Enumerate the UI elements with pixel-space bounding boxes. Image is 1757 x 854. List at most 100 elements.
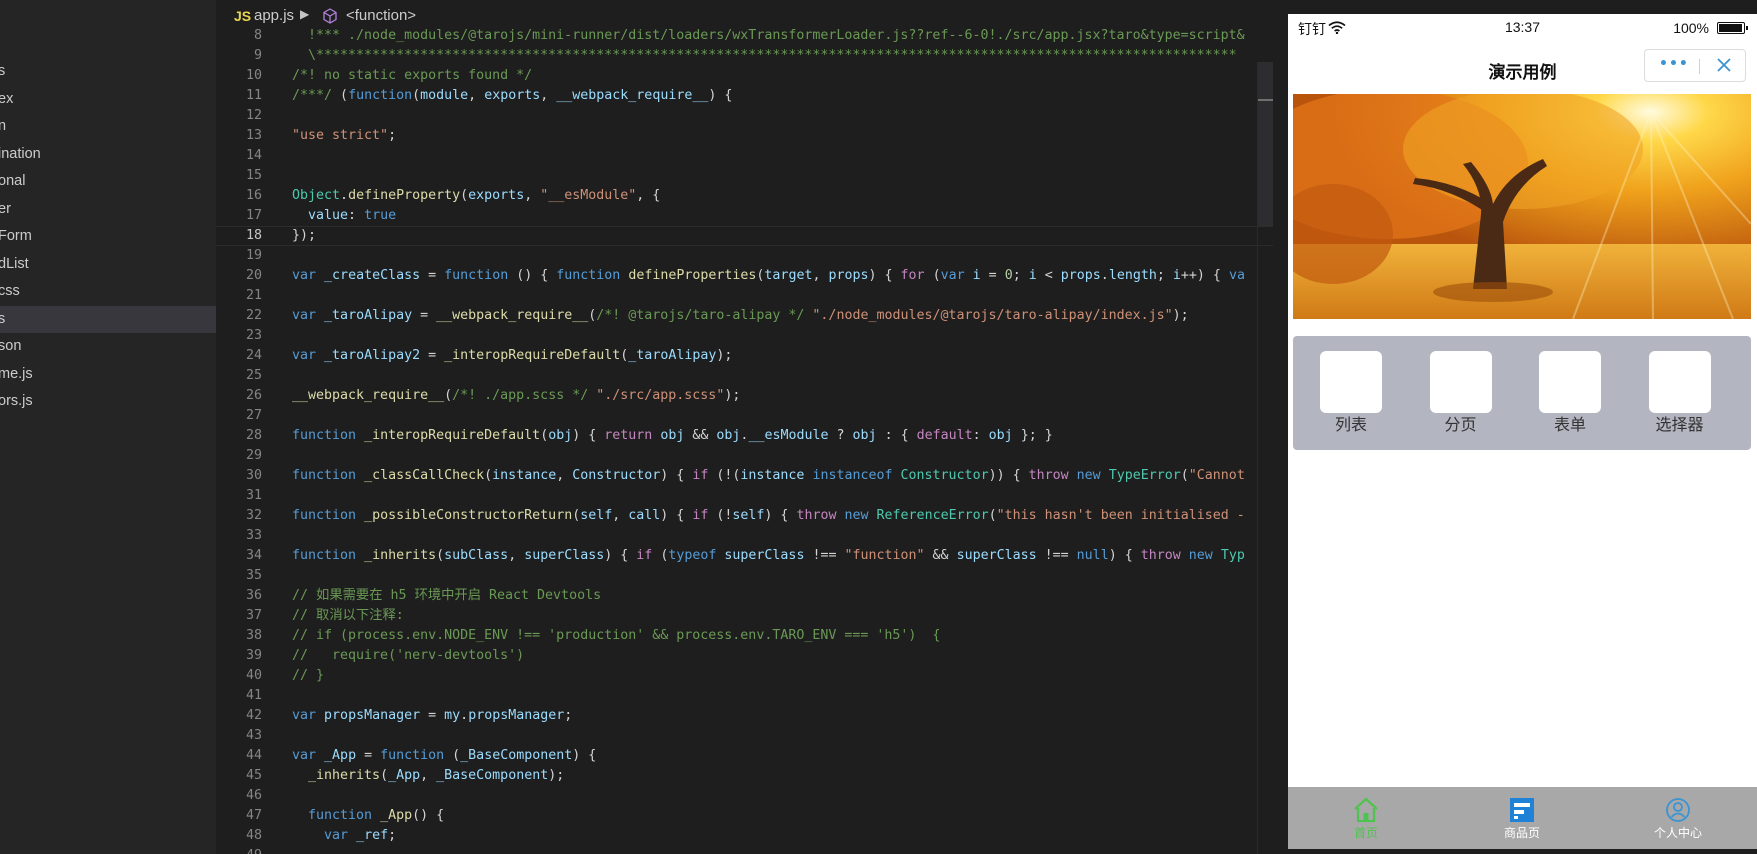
line-number: 39 [245, 648, 262, 663]
code-line[interactable]: 26 __webpack_require__(/*! ./app.scss */ … [216, 386, 1273, 406]
code-line[interactable]: 40 // } [216, 666, 1273, 686]
explorer-item[interactable]: s [0, 58, 216, 85]
code-token: ( [436, 548, 445, 563]
code-line[interactable]: 44 var _App = function (_BaseComponent) { [216, 746, 1273, 766]
breadcrumb-file[interactable]: app.js [254, 7, 294, 24]
code-line[interactable]: 46 [216, 786, 1273, 806]
code-line[interactable]: 28 function _interopRequireDefault(obj) {… [216, 426, 1273, 446]
grid-item-icon [1429, 351, 1492, 413]
explorer-item[interactable]: dList [0, 251, 216, 278]
editor-scrollbar-thumb[interactable] [1258, 62, 1273, 227]
code-line[interactable]: 36 // 如果需要在 h5 环境中开启 React Devtools [216, 586, 1273, 606]
code-line[interactable]: 19 [216, 246, 1273, 266]
code-lines[interactable]: 8 !*** ./node_modules/@tarojs/mini-runne… [216, 26, 1273, 854]
js-file-icon: JS [234, 8, 252, 24]
line-number: 43 [245, 728, 262, 743]
code-line[interactable]: 37 // 取消以下注释: [216, 606, 1273, 626]
code-line[interactable]: 10 /*! no static exports found */ [216, 66, 1273, 86]
code-token: Object [292, 188, 341, 203]
code-line[interactable]: 23 [216, 326, 1273, 346]
grid-item[interactable]: 表单 [1520, 351, 1620, 441]
code-line[interactable]: 38 // if (process.env.NODE_ENV !== 'produ… [216, 626, 1273, 646]
code-line[interactable]: 42 var propsManager = my.propsManager; [216, 706, 1273, 726]
code-token: = [412, 308, 437, 323]
code-token: ( [412, 88, 421, 103]
code-line[interactable]: 35 [216, 566, 1273, 586]
code-token: , [468, 88, 485, 103]
more-icon[interactable]: ••• [1659, 56, 1689, 72]
code-line[interactable]: 12 [216, 106, 1273, 126]
code-line[interactable]: 30 function _classCallCheck(instance, Con… [216, 466, 1273, 486]
code-line[interactable]: 22 var _taroAlipay = __webpack_require__(… [216, 306, 1273, 326]
code-line[interactable]: 32 function _possibleConstructorReturn (se… [216, 506, 1273, 526]
code-token: self [732, 508, 765, 523]
code-line[interactable]: 18}); [216, 226, 1273, 246]
code-token: function [380, 748, 445, 763]
code-line[interactable]: 14 [216, 146, 1273, 166]
grid-item[interactable]: 分页 [1411, 351, 1511, 441]
code-line[interactable]: 17 value: true [216, 206, 1273, 226]
explorer-item[interactable]: er [0, 196, 216, 223]
explorer-item-label: ex [0, 90, 14, 107]
code-line[interactable]: 27 [216, 406, 1273, 426]
code-line[interactable]: 41 [216, 686, 1273, 706]
code-line[interactable]: 49 [216, 846, 1273, 854]
line-number: 34 [245, 548, 262, 563]
tab-home[interactable]: 首页 [1288, 787, 1444, 849]
explorer-item[interactable]: me.js [0, 361, 216, 388]
code-line[interactable]: 31 [216, 486, 1273, 506]
code-token: ; [1156, 268, 1173, 283]
code-line[interactable]: 13 "use strict"; [216, 126, 1273, 146]
code-token: , { [636, 188, 661, 203]
code-line[interactable]: 48 var _ref; [216, 826, 1273, 846]
code-line[interactable]: 29 [216, 446, 1273, 466]
explorer-item[interactable]: son [0, 333, 216, 360]
code-token: instanceof [812, 468, 893, 483]
explorer-item[interactable]: s [0, 305, 216, 333]
explorer-item[interactable]: ex [0, 86, 216, 113]
code-line[interactable]: 15 [216, 166, 1273, 186]
line-number: 19 [245, 248, 262, 263]
code-line[interactable]: 11/***/ (function(module, exports, __web… [216, 86, 1273, 106]
code-line[interactable]: 24 var _taroAlipay2 = _interopRequireDefa… [216, 346, 1273, 366]
breadcrumb-symbol[interactable]: <function> [346, 7, 416, 24]
tab-goods[interactable]: 商品页 [1444, 787, 1600, 849]
code-line[interactable]: 21 [216, 286, 1273, 306]
code-line[interactable]: 8 !*** ./node_modules/@tarojs/mini-runne… [216, 26, 1273, 46]
explorer-item[interactable]: ination [0, 141, 216, 168]
line-text: // if (process.env.NODE_ENV !== 'product… [292, 626, 940, 646]
code-token: 0 [1004, 268, 1013, 283]
explorer-item[interactable]: ors.js [0, 388, 216, 415]
code-line[interactable]: 43 [216, 726, 1273, 746]
code-token: superClass [524, 548, 605, 563]
code-line[interactable]: 16 Object.defineProperty(exports, "__esMo… [216, 186, 1273, 206]
code-line[interactable]: 25 [216, 366, 1273, 386]
line-text: !*** ./node_modules/@tarojs/mini-runner/… [292, 26, 1245, 46]
explorer-item[interactable]: n [0, 113, 216, 140]
code-line[interactable]: 39 // require('nerv-devtools') [216, 646, 1273, 666]
code-line[interactable]: 20 var _createClass = function () { funct… [216, 266, 1273, 286]
code-token: (!( [708, 468, 741, 483]
code-token: /*! ./app.scss */ [452, 388, 589, 403]
explorer-item[interactable]: css [0, 278, 216, 305]
explorer-item-label: s [0, 310, 6, 327]
line-number: 10 [245, 68, 262, 83]
code-editor[interactable]: JS app.js ▶ <function> 8 !*** ./node_mod… [216, 0, 1273, 854]
code-line[interactable]: 45 _inherits(_App, _BaseComponent); [216, 766, 1273, 786]
tab-profile[interactable]: 个人中心 [1600, 787, 1756, 849]
explorer-item[interactable]: onal [0, 168, 216, 195]
banner-image[interactable] [1293, 94, 1751, 319]
grid-item[interactable]: 选择器 [1630, 351, 1730, 441]
close-icon[interactable] [1713, 54, 1735, 80]
code-line[interactable]: 34 function _inherits(subClass, superClas… [216, 546, 1273, 566]
explorer-item[interactable]: Form [0, 223, 216, 250]
code-token: ( [444, 748, 461, 763]
code-line[interactable]: 9 \*************************************… [216, 46, 1273, 66]
menu-capsule[interactable]: ••• [1644, 49, 1746, 82]
grid-item[interactable]: 列表 [1301, 351, 1401, 441]
code-token: _App [380, 808, 413, 823]
code-line[interactable]: 33 [216, 526, 1273, 546]
code-line[interactable]: 47 function _App() { [216, 806, 1273, 826]
